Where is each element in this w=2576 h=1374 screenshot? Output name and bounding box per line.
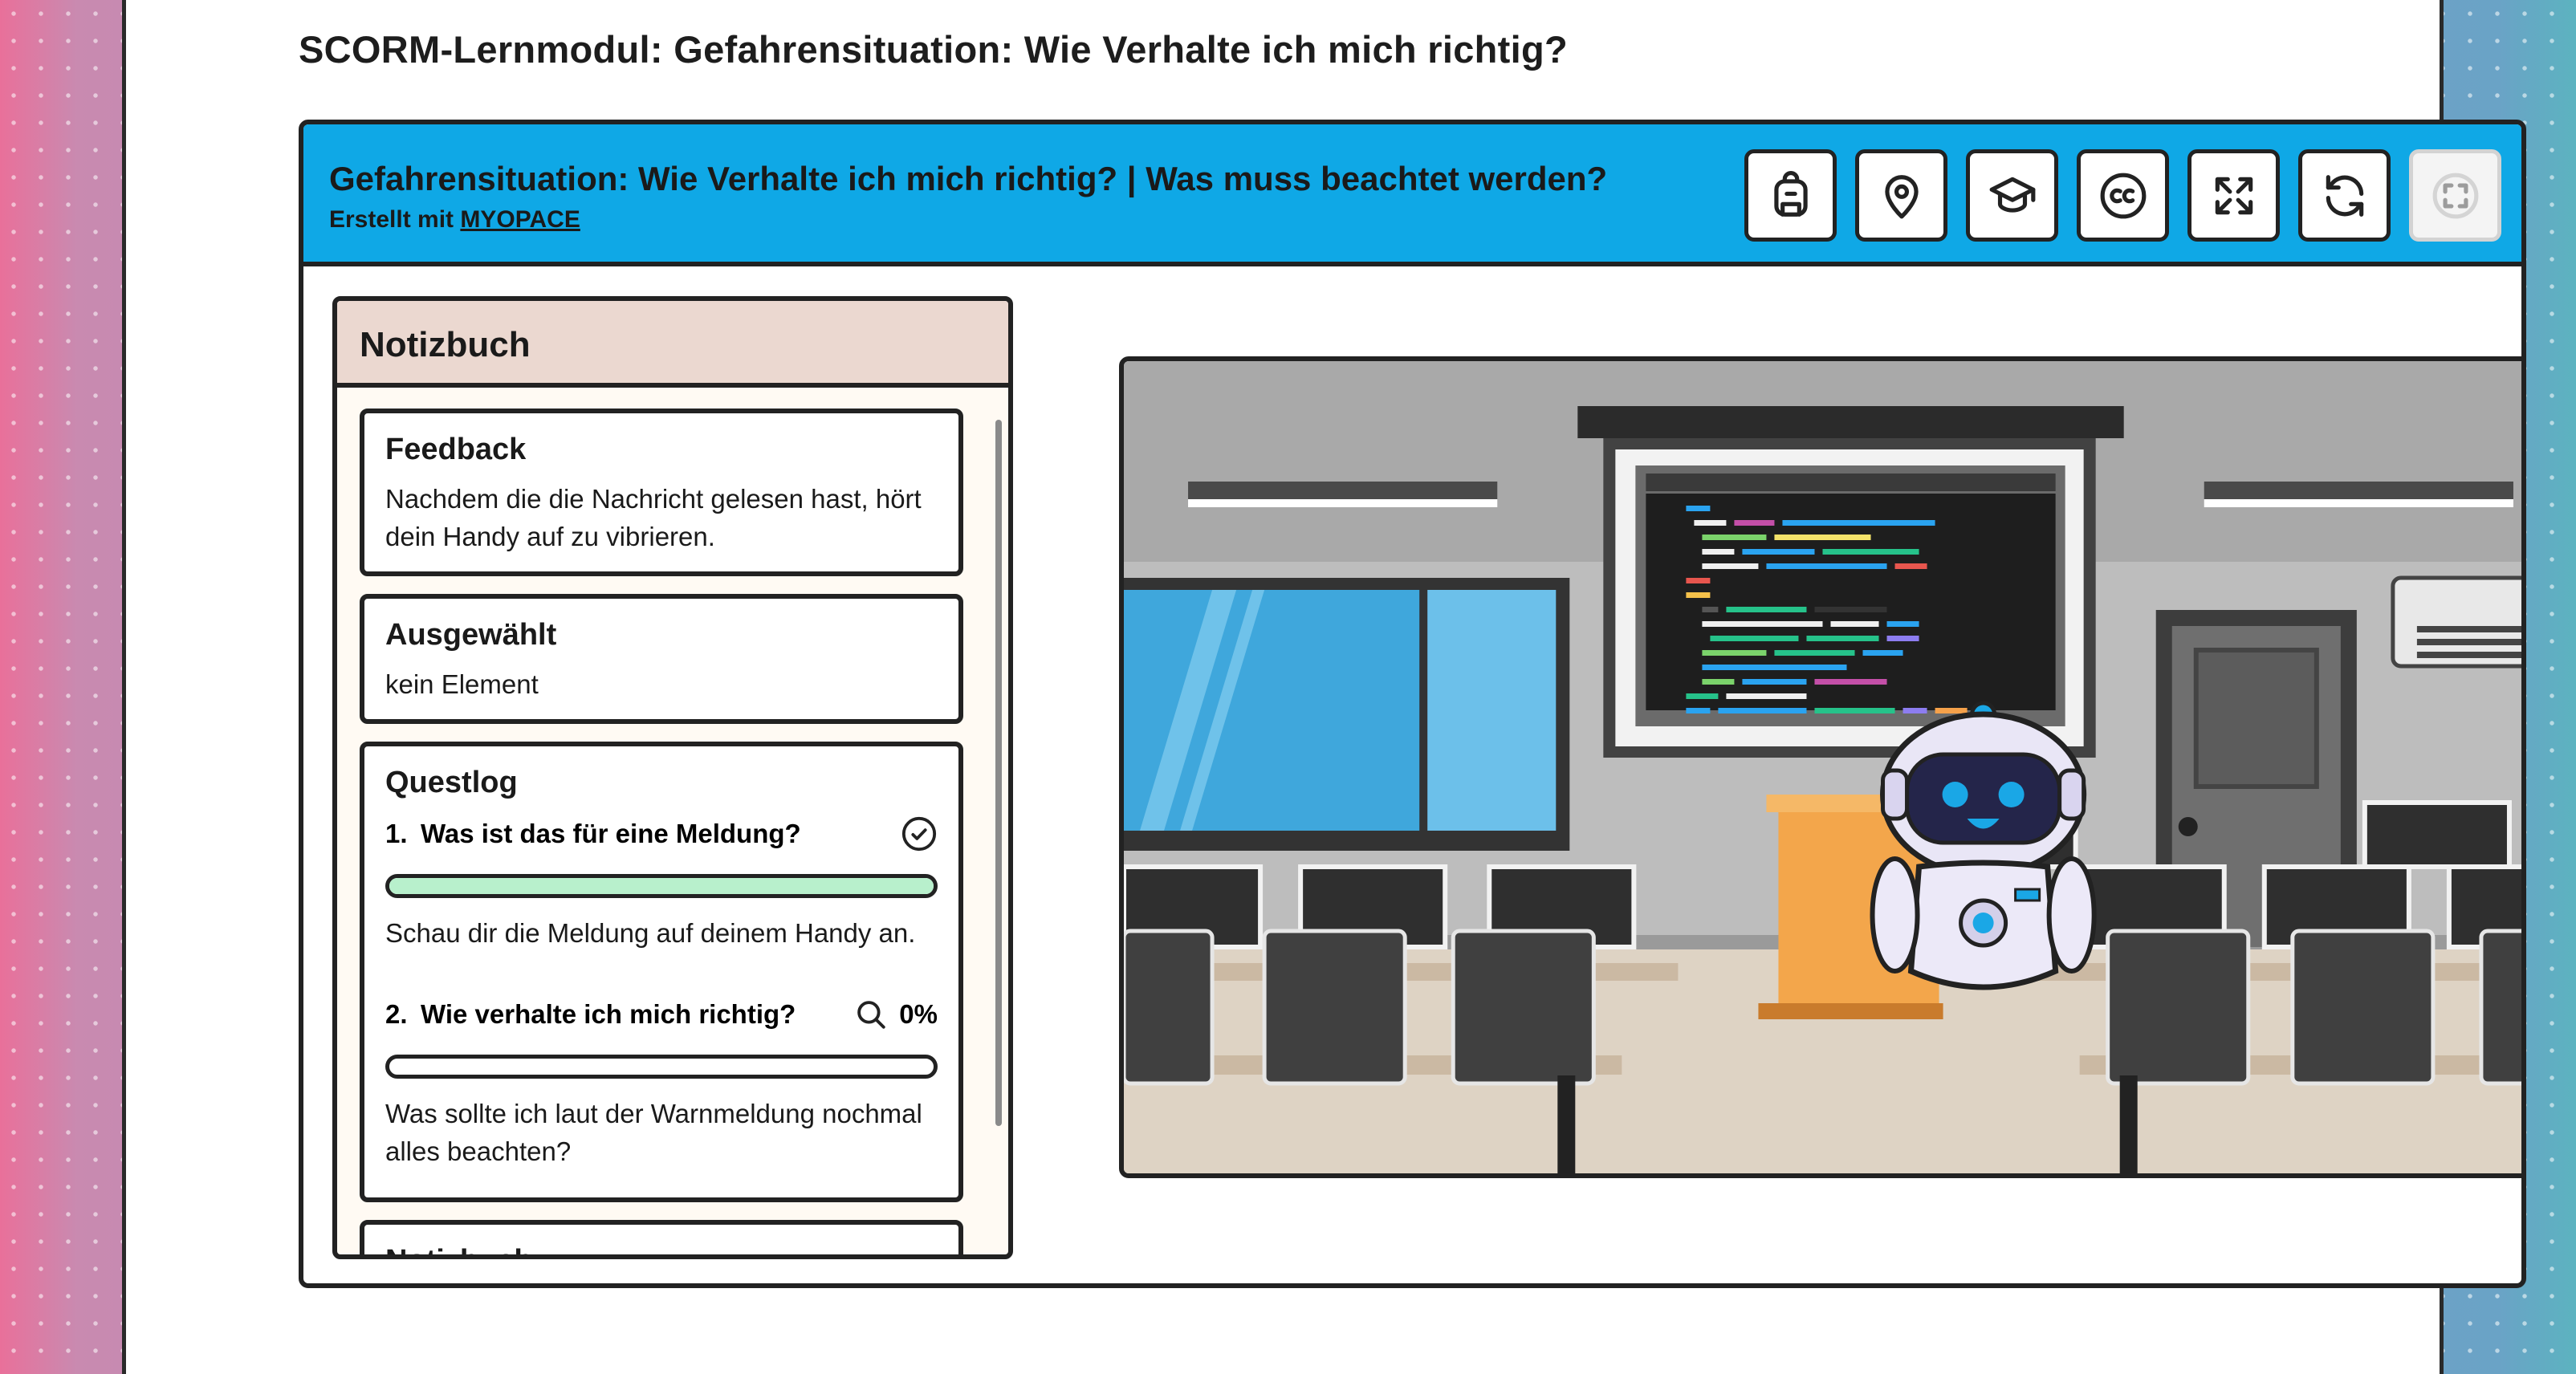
quest-title: Was ist das für eine Meldung? [421,819,801,848]
player-header: Gefahrensituation: Wie Verhalte ich mich… [303,124,2521,266]
feedback-text: Nachdem die die Nachricht gelesen hast, … [385,484,922,551]
restart-button[interactable] [2298,149,2391,242]
quest-percent: 0% [899,999,938,1029]
classroom-illustration [1124,361,2521,1173]
expand-icon [2215,177,2252,214]
notebook-panel: Notizbuch Feedback Nachdem die die Nachr… [332,296,1013,1259]
notebook-scroll-area[interactable]: Feedback Nachdem die die Nachricht geles… [337,388,1008,1254]
myopace-link[interactable]: MYOPACE [460,206,580,233]
quest-item[interactable]: 1. Was ist das für eine Meldung? Schau d… [385,813,938,952]
closed-captions-icon [2100,173,2146,218]
next-card: Notizbuch [360,1220,963,1254]
quest-title: Wie verhalte ich mich richtig? [421,999,796,1029]
credit-prefix: Erstellt mit [329,206,454,233]
quest-item[interactable]: 2. Wie verhalte ich mich richtig? 0% Was… [385,994,938,1170]
check-circle-icon [901,816,937,852]
scorm-player: Gefahrensituation: Wie Verhalte ich mich… [299,120,2526,1288]
quest-description: Schau dir die Meldung auf deinem Handy a… [385,918,916,948]
map-button[interactable] [1855,149,1947,242]
fullscreen-button[interactable] [2187,149,2280,242]
game-scene[interactable] [1119,356,2521,1178]
next-card-heading: Notizbuch [385,1244,938,1254]
backpack-icon [1773,170,1808,217]
inventory-button[interactable] [1744,149,1837,242]
robot-character [1870,701,2097,990]
notebook-title: Notizbuch [337,301,1008,388]
questlog-heading: Questlog [385,766,518,799]
focus-button[interactable] [2409,149,2501,242]
selected-card: Ausgewählt kein Element [360,594,963,724]
selected-heading: Ausgewählt [385,618,557,652]
quest-number: 1. [385,819,408,848]
notebook-scrollbar[interactable] [995,420,1002,1126]
focus-frame-icon [2432,173,2478,218]
page-title: SCORM-Lernmodul: Gefahrensituation: Wie … [299,28,1568,71]
page-sheet: SCORM-Lernmodul: Gefahrensituation: Wie … [122,0,2526,1374]
refresh-icon [2326,174,2363,217]
feedback-heading: Feedback [385,433,527,466]
search-icon [857,1001,885,1029]
map-pin-icon [1884,174,1919,218]
selected-text: kein Element [385,669,539,699]
subtitles-button[interactable] [2077,149,2169,242]
quest-progress-fill [389,878,934,894]
learning-button[interactable] [1966,149,2058,242]
module-credit: Erstellt mit MYOPACE [329,206,580,234]
feedback-card: Feedback Nachdem die die Nachricht geles… [360,409,963,576]
quest-number: 2. [385,999,408,1029]
quest-progress-bar [385,874,938,898]
graduation-cap-icon [1989,177,2035,213]
quest-description: Was sollte ich laut der Warnmeldung noch… [385,1099,922,1166]
quest-progress-bar [385,1055,938,1079]
questlog-card: Questlog 1. Was ist das für eine Meldung… [360,742,963,1202]
module-title: Gefahrensituation: Wie Verhalte ich mich… [329,160,1608,197]
